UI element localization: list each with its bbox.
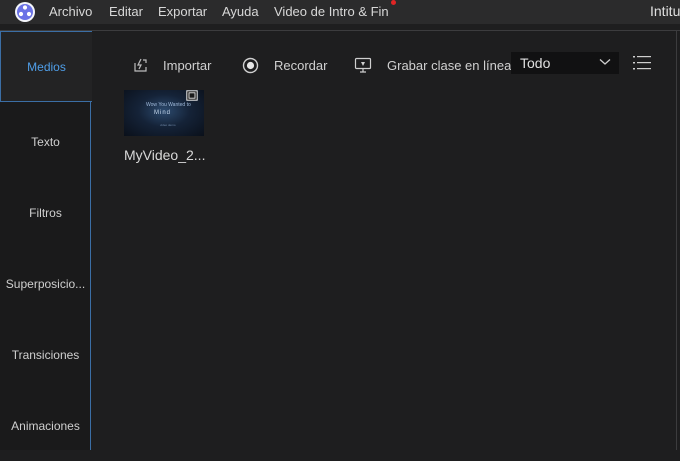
media-filter-select[interactable]: Todo [511,52,619,74]
sidebar-item-superposiciones[interactable]: Superposicio... [0,248,91,319]
menu-editar[interactable]: Editar [109,4,143,19]
app-logo-icon[interactable] [14,1,36,23]
notification-dot [391,0,396,5]
screen-record-icon [354,57,372,73]
sidebar-item-label: Texto [31,134,60,149]
sidebar-item-transiciones[interactable]: Transiciones [0,319,91,390]
menu-bar: Archivo Editar Exportar Ayuda Video de I… [0,0,680,24]
sidebar-item-texto[interactable]: Texto [0,106,91,177]
import-icon [134,58,147,72]
panel-border-top [0,30,680,31]
menu-archivo[interactable]: Archivo [49,4,92,19]
online-class-label: Grabar clase en línea [387,57,512,73]
sidebar-item-label: Filtros [29,205,62,220]
panel-border-right [676,30,677,450]
online-class-button[interactable]: Grabar clase en línea [354,54,511,76]
thumbnail-text: video demo [160,123,176,127]
import-label: Importar [163,57,212,73]
thumbnail-text: Wow You Wanted to [146,102,191,108]
chevron-down-icon [599,59,611,65]
media-item-name[interactable]: MyVideo_2... [124,147,205,163]
sidebar-item-filtros[interactable]: Filtros [0,177,91,248]
video-type-icon [186,90,198,101]
sidebar-item-medios[interactable]: Medios [0,31,92,102]
sidebar-item-label: Transiciones [11,347,80,362]
record-label: Recordar [274,57,328,73]
sidebar-divider [90,101,91,450]
menu-ayuda[interactable]: Ayuda [222,4,259,19]
menu-intro-outro[interactable]: Video de Intro & Fin [274,4,389,19]
sidebar-item-animaciones[interactable]: Animaciones [0,390,91,461]
record-button[interactable]: Recordar [242,54,327,76]
import-button[interactable]: Importar [132,54,211,76]
sidebar-item-label: Animaciones [11,418,80,433]
sidebar: Medios Texto Filtros Superposicio... Tra… [0,31,92,450]
menu-exportar[interactable]: Exportar [158,4,207,19]
thumbnail-text: Mind [154,110,172,116]
record-icon [242,57,259,73]
list-view-icon[interactable] [633,55,652,71]
sidebar-item-label: Superposicio... [5,276,86,291]
window-title: Intitu [650,3,680,19]
media-filter-value: Todo [520,55,551,71]
sidebar-item-label: Medios [27,59,66,74]
